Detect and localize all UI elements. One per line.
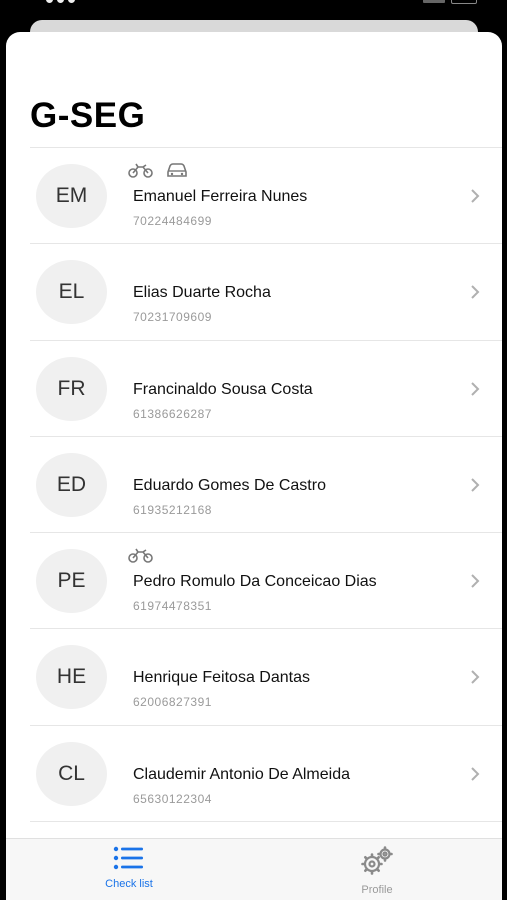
chevron-right-icon <box>470 766 480 787</box>
tab-check-list[interactable]: Check list <box>29 839 229 900</box>
avatar: ED <box>36 452 107 517</box>
person-name: Pedro Romulo Da Conceicao Dias <box>133 573 377 591</box>
person-document: 61974478351 <box>133 599 212 614</box>
person-name: Emanuel Ferreira Nunes <box>133 188 308 205</box>
tab-profile[interactable]: Profile <box>277 839 477 900</box>
list-item[interactable]: EM Emanuel Ferreira Nunes 70224484699 <box>30 148 502 245</box>
person-name: Eduardo Gomes De Castro <box>133 476 326 494</box>
person-name: Claudemir Antonio De Almeida <box>133 765 351 783</box>
person-name: Elias Duarte Rocha <box>133 284 271 302</box>
vehicle-icons <box>128 162 188 178</box>
motorcycle-icon <box>128 162 154 178</box>
person-document: 61386626287 <box>133 406 212 421</box>
page-title: G-SEG <box>30 96 146 135</box>
avatar: HE <box>36 645 107 710</box>
tab-bar: Check list Profile <box>6 838 502 900</box>
chevron-right-icon <box>470 669 480 690</box>
person-list: EM Emanuel Ferreira Nunes 70224484699 EL… <box>30 147 502 823</box>
tab-label: Profile <box>361 884 393 896</box>
avatar: EM <box>36 164 107 228</box>
chevron-right-icon <box>470 284 480 305</box>
list-item[interactable]: PE Pedro Romulo Da Conceicao Dias 619744… <box>30 533 502 630</box>
status-bar <box>0 0 507 10</box>
person-document: 70231709609 <box>133 310 212 325</box>
avatar: EL <box>36 260 107 325</box>
chevron-right-icon <box>470 188 480 209</box>
status-dots <box>46 0 75 3</box>
motorcycle-icon <box>128 547 154 563</box>
list-item[interactable]: ED Eduardo Gomes De Castro 61935212168 <box>30 437 502 534</box>
status-indicators <box>423 0 477 4</box>
person-document: 61935212168 <box>133 502 212 517</box>
avatar: PE <box>36 549 107 614</box>
gears-icon <box>359 846 395 881</box>
list-item[interactable]: HE Henrique Feitosa Dantas 62006827391 <box>30 629 502 726</box>
list-item[interactable]: EL Elias Duarte Rocha 70231709609 <box>30 244 502 341</box>
avatar: FR <box>36 356 107 421</box>
person-document: 70224484699 <box>133 214 212 228</box>
person-name: Francinaldo Sousa Costa <box>133 380 313 398</box>
list-item[interactable]: CL Claudemir Antonio De Almeida 65630122… <box>30 726 502 823</box>
avatar: CL <box>36 741 107 806</box>
person-name: Henrique Feitosa Dantas <box>133 669 310 687</box>
list-icon <box>113 846 145 875</box>
chevron-right-icon <box>470 381 480 402</box>
list-item[interactable]: FR Francinaldo Sousa Costa 61386626287 <box>30 341 502 437</box>
chevron-right-icon <box>470 477 480 498</box>
signal-icon <box>423 0 445 3</box>
car-icon <box>166 162 188 178</box>
tab-label: Check list <box>105 878 153 890</box>
vehicle-icons <box>128 547 154 563</box>
person-document: 65630122304 <box>133 791 212 806</box>
person-document: 62006827391 <box>133 695 212 710</box>
chevron-right-icon <box>470 573 480 594</box>
modal-sheet: G-SEG EM Emanuel Ferreira Nunes 70224484… <box>6 32 502 900</box>
battery-icon <box>451 0 477 4</box>
